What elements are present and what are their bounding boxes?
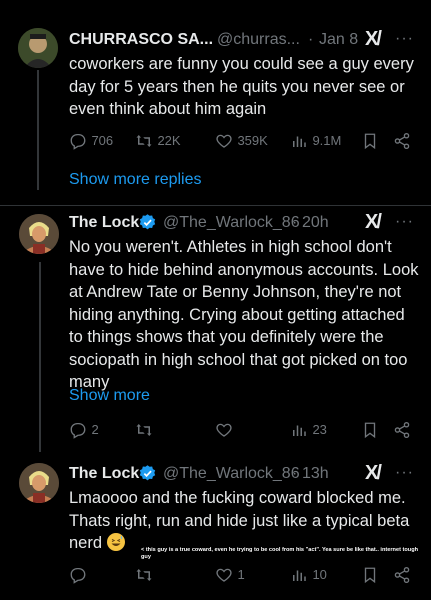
views-icon <box>293 136 306 147</box>
thread-connector <box>37 70 39 190</box>
tweet-actions: 706 22K 359K 9.1M <box>69 132 419 152</box>
share-icon[interactable] <box>393 132 411 150</box>
avatar[interactable] <box>19 214 59 254</box>
tweet-text: No you weren't. Athletes in high school … <box>69 238 419 391</box>
like-button[interactable]: 1 <box>215 566 245 584</box>
avatar[interactable] <box>19 463 59 503</box>
share-icon[interactable] <box>393 421 411 439</box>
views-button[interactable]: 23 <box>290 421 327 439</box>
reply-count: 706 <box>91 133 114 149</box>
bookmark-icon[interactable] <box>361 132 379 150</box>
tweet-text: coworkers are funny you could see a guy … <box>69 55 414 118</box>
author-name[interactable]: The Lock <box>69 465 139 483</box>
reply-button[interactable]: 2 <box>69 421 99 439</box>
separator-dot: · <box>292 214 298 231</box>
repost-icon <box>136 424 152 436</box>
repost-icon <box>136 135 152 147</box>
repost-icon <box>136 569 152 581</box>
author-handle[interactable]: @The_Warlock_86 <box>163 465 300 483</box>
repost-count: 22K <box>157 133 181 149</box>
thread-connector <box>39 262 41 452</box>
overlay-annotation: < this guy is a true coward, even he try… <box>141 547 419 560</box>
like-button[interactable] <box>215 421 233 439</box>
view-count: 10 <box>312 567 327 583</box>
view-count: 23 <box>312 422 327 438</box>
author-handle[interactable]: @The_Warlock_86 <box>163 214 300 232</box>
tweet-actions: 2 23 <box>69 421 419 441</box>
verified-badge-icon[interactable] <box>138 213 157 232</box>
avatar[interactable] <box>18 28 58 68</box>
tweet-time[interactable]: 20h <box>302 214 329 232</box>
separator-dot: · <box>292 465 298 482</box>
reply-icon <box>70 567 86 584</box>
show-more-link[interactable]: Show more <box>69 387 150 405</box>
like-count: 359K <box>237 133 268 149</box>
reply-button[interactable]: 706 <box>69 132 113 150</box>
heart-icon <box>216 568 232 582</box>
grok-icon[interactable]: X/ <box>365 28 382 51</box>
heart-icon <box>216 423 232 437</box>
more-options-icon[interactable]: ··· <box>395 30 414 48</box>
repost-button[interactable]: 22K <box>135 132 181 150</box>
grok-icon[interactable]: X/ <box>365 211 382 234</box>
author-handle[interactable]: @churras... <box>217 31 300 49</box>
like-button[interactable]: 359K <box>215 132 268 150</box>
views-button[interactable]: 9.1M <box>290 132 341 150</box>
separator-dot: · <box>308 31 314 48</box>
author-name[interactable]: The Lock <box>69 214 139 232</box>
tweet-text: Lmaoooo and the fucking coward blocked m… <box>69 487 421 555</box>
verified-badge-icon[interactable] <box>138 464 157 483</box>
bookmark-icon[interactable] <box>361 421 379 439</box>
repost-button[interactable] <box>135 421 153 439</box>
share-icon[interactable] <box>393 566 411 584</box>
author-name[interactable]: CHURRASCO SA... <box>69 31 213 49</box>
reply-count: 2 <box>91 422 99 438</box>
like-count: 1 <box>237 567 245 583</box>
reply-icon <box>70 133 86 150</box>
views-button[interactable]: 10 <box>290 566 327 584</box>
tweet-time[interactable]: 13h <box>302 465 329 483</box>
reply-button[interactable] <box>69 566 87 584</box>
repost-button[interactable] <box>135 566 153 584</box>
divider <box>0 205 431 206</box>
heart-icon <box>216 134 232 148</box>
tweet-time[interactable]: Jan 8 <box>319 31 358 49</box>
view-count: 9.1M <box>312 133 342 149</box>
views-icon <box>293 425 306 436</box>
views-icon <box>293 570 306 581</box>
grinning-sweat-emoji-icon <box>106 533 125 551</box>
grok-icon[interactable]: X/ <box>365 462 382 485</box>
more-options-icon[interactable]: ··· <box>395 464 414 482</box>
tweet-actions: 1 10 <box>69 566 419 586</box>
more-options-icon[interactable]: ··· <box>395 213 414 231</box>
bookmark-icon[interactable] <box>361 566 379 584</box>
reply-icon <box>70 422 86 439</box>
show-more-replies-link[interactable]: Show more replies <box>69 171 202 189</box>
